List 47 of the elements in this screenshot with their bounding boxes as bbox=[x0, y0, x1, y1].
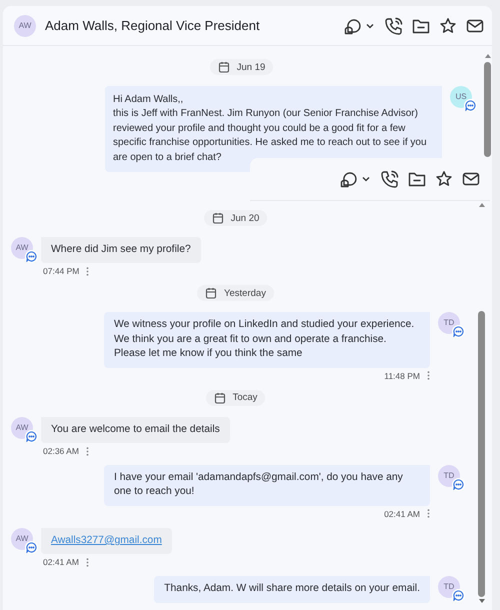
caret-icon[interactable] bbox=[366, 22, 374, 28]
date-separator: Tocay bbox=[206, 390, 266, 406]
message-time: 11:48 PM bbox=[384, 370, 420, 381]
scrollbar[interactable] bbox=[483, 52, 492, 157]
date-separator: Jun 19 bbox=[210, 59, 274, 75]
message-bubble: Where did Jim see my profile? bbox=[41, 237, 201, 264]
message-time: 02:41 AM bbox=[43, 557, 79, 568]
chat-badge-icon bbox=[452, 589, 465, 602]
message-time: 02:36 AM bbox=[43, 446, 79, 456]
date-separator: Jun 20 bbox=[204, 210, 268, 226]
chat-badge-icon bbox=[25, 540, 38, 554]
calendar-icon bbox=[214, 392, 226, 404]
calendar-icon bbox=[205, 287, 218, 300]
chat-badge-icon bbox=[452, 478, 465, 492]
calendar-icon bbox=[212, 212, 224, 224]
user-avatar: AW bbox=[11, 528, 33, 550]
phone-icon[interactable] bbox=[385, 16, 403, 34]
folder-icon[interactable] bbox=[408, 170, 426, 188]
message-time: 02:41 AM bbox=[384, 508, 420, 519]
star-icon[interactable] bbox=[435, 170, 453, 188]
chat-badge-icon bbox=[452, 325, 465, 338]
message-bubble: You are welcome to email the details bbox=[41, 416, 230, 444]
more-icon[interactable] bbox=[86, 266, 90, 276]
message-bubble: Hi Adam Walls,, this is Jeff with FranNest. Jim Runyon (our Senior Franchise Advisor) reviewed your profile and thought you could be a good fit for a few specific franchise opportunities. He asked me to reach out to see if you are open to a brief chat? bbox=[105, 86, 442, 172]
chat-dropdown[interactable] bbox=[344, 16, 374, 34]
user-avatar: AW bbox=[11, 416, 33, 439]
date-separator: Yesterday bbox=[197, 285, 274, 302]
message-bubble: We witness your profile on LinkedIn and studied your experience. We think you are a great fit to own and operate a franchise. Please let me know if you think the same bbox=[104, 312, 430, 368]
phone-icon[interactable] bbox=[381, 170, 399, 188]
mail-icon[interactable] bbox=[462, 170, 480, 188]
calendar-icon bbox=[218, 61, 230, 73]
star-icon[interactable] bbox=[439, 16, 457, 34]
message-bubble: Thanks, Adam. W will share more details on your email. bbox=[154, 576, 430, 603]
caret-icon[interactable] bbox=[362, 176, 370, 182]
more-icon[interactable] bbox=[427, 509, 430, 518]
more-icon[interactable] bbox=[427, 371, 430, 380]
more-icon[interactable] bbox=[86, 558, 89, 567]
chat-badge-icon bbox=[25, 250, 38, 263]
contact-name: Adam Walls, Regional Vice President bbox=[45, 18, 261, 33]
message-time: 07:44 PM bbox=[43, 266, 80, 276]
chat-badge-icon bbox=[25, 430, 38, 443]
contact-avatar: AW bbox=[14, 14, 36, 36]
message-bubble: I have your email 'adamandapfs@gmail.com', do you have any one to reach you! bbox=[104, 465, 430, 506]
more-icon[interactable] bbox=[86, 446, 89, 456]
email-link[interactable]: Awalls3277@gmail.com bbox=[51, 534, 162, 546]
chat-dropdown[interactable] bbox=[340, 170, 370, 188]
chat-badge-icon bbox=[464, 99, 477, 112]
